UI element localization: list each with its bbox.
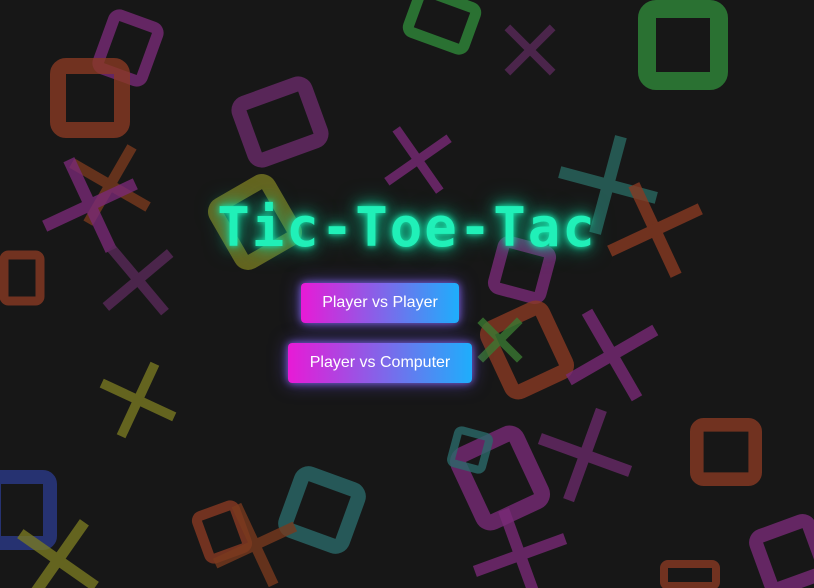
o-mark (479, 300, 575, 400)
x-mark (537, 407, 633, 503)
x-mark (504, 24, 556, 76)
o-mark (231, 76, 329, 168)
x-mark (99, 361, 177, 439)
x-mark (565, 308, 659, 402)
x-mark (17, 519, 99, 588)
game-title: Tic-Toe-Tac (217, 196, 597, 259)
player-vs-computer-button[interactable]: Player vs Computer (288, 343, 472, 383)
o-mark (278, 466, 366, 554)
o-mark (449, 425, 551, 531)
o-mark (402, 0, 482, 55)
player-vs-player-button[interactable]: Player vs Player (301, 283, 459, 323)
o-mark (689, 417, 763, 487)
o-mark (0, 250, 45, 306)
o-mark (660, 560, 720, 588)
menu-screen: Tic-Toe-Tac Player vs Player Player vs C… (0, 0, 814, 588)
x-mark (384, 126, 452, 194)
o-mark (638, 0, 728, 90)
o-mark (749, 514, 814, 588)
